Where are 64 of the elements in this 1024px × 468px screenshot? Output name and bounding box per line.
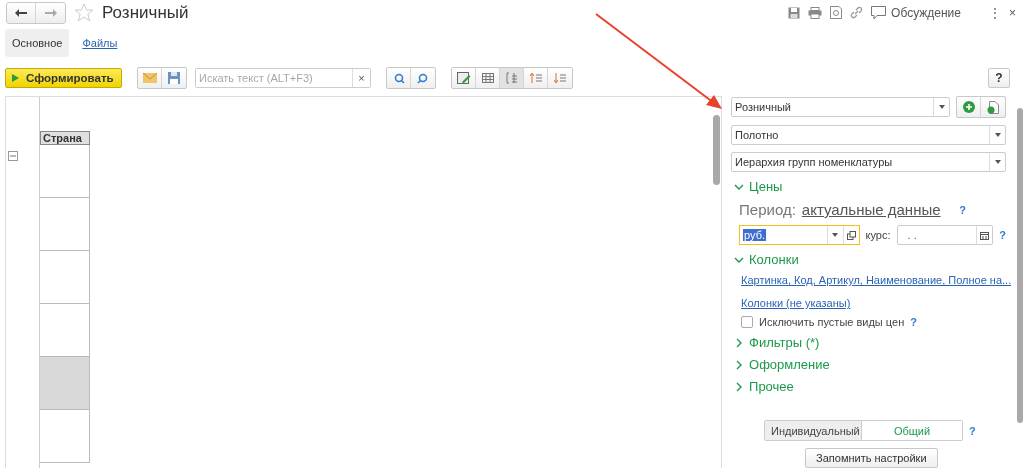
help-button[interactable]: ? bbox=[910, 316, 917, 328]
currency-field[interactable]: руб. bbox=[739, 225, 860, 245]
rate-label: курс: bbox=[865, 229, 891, 241]
window-title: Розничный bbox=[102, 2, 189, 23]
group-button[interactable] bbox=[500, 68, 524, 88]
scrollbar-thumb[interactable] bbox=[713, 115, 721, 185]
mode-select[interactable]: Полотно bbox=[731, 125, 1007, 145]
scrollbar-thumb[interactable] bbox=[1017, 108, 1024, 423]
arrow-left-icon bbox=[15, 8, 27, 17]
checkbox[interactable] bbox=[741, 316, 754, 328]
chat-icon bbox=[871, 5, 887, 20]
open-icon bbox=[846, 230, 856, 240]
help-button[interactable]: ? bbox=[988, 68, 1010, 88]
section-header[interactable]: Цены bbox=[731, 179, 1007, 194]
preview-icon[interactable] bbox=[830, 6, 843, 20]
more-button[interactable]: ⋮ bbox=[989, 5, 1001, 20]
document-plus-icon bbox=[987, 100, 1000, 114]
table-pencil-icon bbox=[456, 72, 471, 84]
grouping-select[interactable]: Иерархия групп номенклатуры bbox=[731, 152, 1007, 172]
link-icon[interactable] bbox=[850, 6, 864, 20]
search-field[interactable]: Искать текст (ALT+F3) × bbox=[195, 68, 371, 88]
plus-circle-icon bbox=[962, 101, 975, 113]
help-button[interactable]: ? bbox=[999, 229, 1007, 241]
rate-field[interactable]: . . bbox=[896, 225, 994, 245]
envelope-icon bbox=[142, 73, 157, 83]
period-link[interactable]: актуальные данные bbox=[801, 201, 941, 218]
play-icon bbox=[12, 74, 19, 82]
arrow-right-icon bbox=[44, 8, 57, 17]
sort-up-icon bbox=[529, 72, 542, 84]
section-header[interactable]: Прочее bbox=[731, 379, 1007, 394]
variant-select[interactable]: Розничный bbox=[731, 97, 951, 117]
column-header: Страна bbox=[40, 131, 90, 145]
collapse-icon[interactable] bbox=[8, 151, 18, 161]
grid-icon bbox=[481, 73, 494, 83]
columns-link[interactable]: Колонки (не указаны) bbox=[741, 297, 1007, 309]
checkbox-label: Исключить пустые виды цен bbox=[759, 316, 905, 328]
scope-toggle[interactable]: Индивидуальный bbox=[765, 421, 863, 440]
floppy-icon bbox=[168, 72, 180, 84]
period-label: Период: bbox=[739, 201, 796, 218]
calendar-icon bbox=[980, 230, 990, 240]
caret-icon bbox=[994, 133, 1001, 137]
save-icon[interactable] bbox=[788, 6, 801, 19]
search-icon bbox=[392, 72, 405, 84]
tab[interactable]: Основное bbox=[5, 28, 70, 57]
caret-icon bbox=[938, 105, 945, 109]
star-icon[interactable] bbox=[74, 3, 94, 23]
groups-icon bbox=[505, 72, 518, 84]
section-header[interactable]: Оформление bbox=[731, 357, 1007, 372]
open-button[interactable] bbox=[842, 226, 859, 244]
help-button[interactable]: ? bbox=[969, 424, 976, 437]
close-button[interactable]: × bbox=[1009, 5, 1016, 20]
caret-icon bbox=[832, 233, 839, 237]
section-header[interactable]: Фильтры (*) bbox=[731, 335, 1007, 350]
save-settings-button[interactable]: Запомнить настройки bbox=[805, 448, 938, 468]
search-icon bbox=[417, 72, 429, 84]
print-icon[interactable] bbox=[808, 6, 823, 19]
sort-down-icon bbox=[554, 72, 566, 84]
caret-icon bbox=[994, 160, 1001, 164]
tab[interactable]: Файлы bbox=[75, 28, 125, 57]
section-header[interactable]: Колонки bbox=[731, 252, 1007, 267]
clear-button[interactable]: × bbox=[352, 69, 370, 87]
generate-button[interactable]: Сформировать bbox=[5, 68, 122, 88]
help-button[interactable]: ? bbox=[959, 203, 967, 216]
discussion-button[interactable]: Обсуждение bbox=[871, 5, 961, 20]
